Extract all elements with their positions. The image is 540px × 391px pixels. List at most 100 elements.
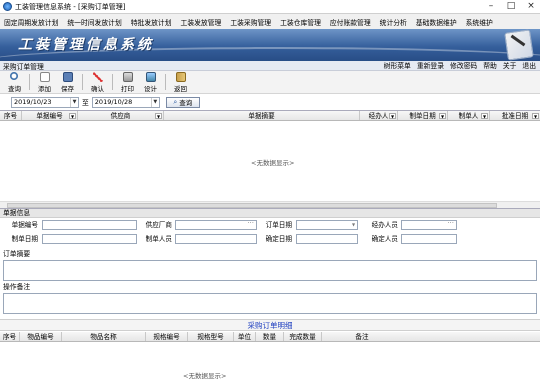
col-handler[interactable]: 经办人 ▼ [360, 111, 398, 120]
date-query-button[interactable]: ⌕ 查询 [165, 96, 200, 108]
detail-col-remark[interactable]: 备注 [322, 332, 402, 341]
supplier-field[interactable]: ··· [175, 219, 257, 230]
col-seq[interactable]: 序号 [0, 111, 22, 120]
ellipsis-icon[interactable]: ··· [447, 219, 454, 227]
menu-payables-management[interactable]: 应付账款管理 [330, 17, 371, 27]
order-date-picker[interactable]: ▼ [296, 220, 358, 230]
col-maker-label: 制单人 [458, 112, 479, 120]
ellipsis-icon[interactable]: ··· [247, 219, 254, 227]
link-relogin[interactable]: 重新登录 [417, 61, 444, 71]
close-button[interactable]: × [526, 1, 536, 12]
chevron-down-icon[interactable]: ▼ [389, 113, 396, 119]
detail-col-unit[interactable]: 单位 [234, 332, 256, 341]
col-approve-date-label: 批准日期 [501, 112, 529, 120]
col-handler-label: 经办人 [368, 112, 389, 120]
menu-statistics[interactable]: 统计分析 [380, 17, 407, 27]
handler-field[interactable]: ··· [401, 219, 457, 230]
confirm-icon [92, 71, 103, 82]
menu-base-data[interactable]: 基础数据维护 [416, 17, 457, 27]
order-grid[interactable]: 序号 单据编号 ▼ 供应商 ▼ 单据摘要 经办人 ▼ 制单日期 ▼ 制单人 ▼ 批准日期 ▼… [0, 110, 540, 209]
order-grid-scrollbar[interactable] [0, 201, 540, 208]
confirmer-field[interactable] [401, 234, 457, 244]
chevron-down-icon[interactable]: ▼ [532, 113, 539, 119]
detail-col-spec-no[interactable]: 规格编号 [146, 332, 188, 341]
detail-col-spec-model[interactable]: 规格型号 [188, 332, 234, 341]
detail-title: 采购订单明细 [0, 319, 540, 331]
print-icon [122, 71, 133, 82]
menu-warehouse-management[interactable]: 工装仓库管理 [280, 17, 321, 27]
confirm-date-field[interactable] [296, 234, 358, 244]
col-supplier-label: 供应商 [110, 112, 131, 120]
add-label: 添加 [38, 84, 51, 93]
print-label: 打印 [121, 84, 134, 93]
detail-col-seq[interactable]: 序号 [0, 332, 20, 341]
order-grid-empty: <无数据显示> [251, 159, 295, 167]
toolbar-separator [29, 74, 30, 90]
maker-field[interactable] [175, 234, 257, 244]
operation-remark-textarea[interactable] [3, 293, 537, 314]
maximize-button[interactable]: □ [506, 1, 516, 12]
menu-bar: 固定周期发放计划 统一时间发放计划 特批发放计划 工装发放管理 工装采购管理 工… [0, 14, 540, 29]
make-date-field[interactable] [42, 234, 137, 244]
detail-col-done-qty[interactable]: 完成数量 [284, 332, 322, 341]
menu-purchase-management[interactable]: 工装采购管理 [230, 17, 271, 27]
scrollbar-thumb[interactable] [7, 203, 497, 208]
link-tree-menu[interactable]: 树形菜单 [384, 61, 411, 71]
doc-no-field[interactable] [42, 220, 137, 230]
handler-label: 经办人员 [371, 221, 398, 229]
toolbar-separator [82, 74, 83, 90]
detail-col-item-no[interactable]: 物品编号 [20, 332, 62, 341]
start-date-value: 2019/10/23 [14, 97, 52, 106]
confirm-button[interactable]: 确认 [86, 71, 109, 93]
binoculars-icon: ⌕ [173, 97, 178, 106]
detail-col-item-name[interactable]: 物品名称 [62, 332, 146, 341]
link-help[interactable]: 帮助 [483, 61, 497, 71]
link-about[interactable]: 关于 [503, 61, 517, 71]
design-button[interactable]: 设计 [139, 71, 162, 93]
menu-issue-management[interactable]: 工装发放管理 [181, 17, 222, 27]
banner-notebook-icon [504, 29, 534, 61]
query-button[interactable]: 查询 [3, 71, 26, 93]
save-icon [62, 71, 73, 82]
menu-special-plan[interactable]: 特批发放计划 [131, 17, 172, 27]
col-doc-no[interactable]: 单据编号 ▼ [22, 111, 78, 120]
menu-fixed-cycle-plan[interactable]: 固定周期发放计划 [4, 17, 58, 27]
order-summary-textarea[interactable] [3, 260, 537, 281]
maker-label: 制单人员 [145, 235, 172, 243]
save-button[interactable]: 保存 [56, 71, 79, 93]
chevron-down-icon[interactable]: ▼ [439, 113, 446, 119]
link-change-password[interactable]: 修改密码 [450, 61, 477, 71]
link-exit[interactable]: 退出 [522, 61, 536, 71]
col-supplier[interactable]: 供应商 ▼ [78, 111, 164, 120]
chevron-down-icon[interactable]: ▼ [69, 113, 76, 119]
chevron-down-icon[interactable]: ▼ [481, 113, 488, 119]
minimize-button[interactable]: – [486, 1, 496, 12]
back-button[interactable]: 返回 [169, 71, 192, 93]
menu-unified-time-plan[interactable]: 统一时间发放计划 [67, 17, 121, 27]
col-make-date[interactable]: 制单日期 ▼ [398, 111, 448, 120]
chevron-down-icon[interactable]: ▼ [155, 113, 162, 119]
end-date-picker[interactable]: 2019/10/28 ▼ [91, 96, 160, 108]
module-name: 采购订单管理 [3, 62, 44, 71]
col-approve-date[interactable]: 批准日期 ▼ [490, 111, 540, 120]
chevron-down-icon[interactable]: ▼ [150, 97, 159, 107]
start-date-picker[interactable]: 2019/10/23 ▼ [11, 96, 79, 108]
query-label: 查询 [8, 84, 21, 93]
detail-grid[interactable]: 序号 物品编号 物品名称 规格编号 规格型号 单位 数量 完成数量 备注 <无数… [0, 332, 540, 391]
title-bar: 工装管理信息系统 - [采购订单管理] – □ × [0, 0, 540, 14]
save-label: 保存 [61, 84, 74, 93]
doc-no-label: 单据编号 [11, 221, 38, 229]
make-date-label: 制单日期 [11, 235, 38, 243]
add-button[interactable]: 添加 [33, 71, 56, 93]
confirm-label: 确认 [91, 84, 104, 93]
col-maker[interactable]: 制单人 ▼ [448, 111, 490, 120]
detail-col-qty[interactable]: 数量 [256, 332, 284, 341]
menu-system[interactable]: 系统维护 [466, 17, 493, 27]
search-icon [9, 71, 20, 82]
chevron-down-icon[interactable]: ▼ [350, 221, 357, 229]
doc-info-form: 单据编号 供应厂商 ··· 订单日期 ▼ 经办人员 ··· 制单日期 制单人员 … [0, 219, 540, 249]
chevron-down-icon[interactable]: ▼ [70, 97, 78, 107]
app-icon [3, 2, 12, 11]
col-summary[interactable]: 单据摘要 [164, 111, 360, 120]
print-button[interactable]: 打印 [116, 71, 139, 93]
